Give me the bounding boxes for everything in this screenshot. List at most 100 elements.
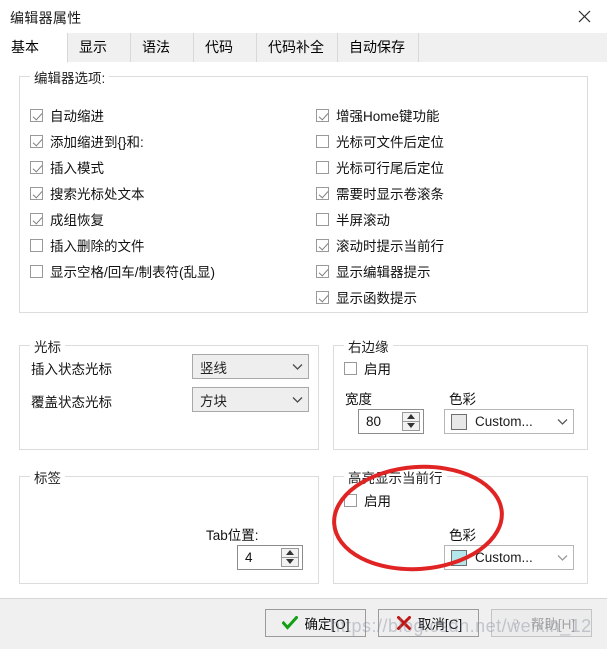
right-margin-color-label: 色彩 xyxy=(449,392,476,407)
checkbox-box xyxy=(316,264,329,278)
check-icon xyxy=(281,616,299,630)
checkbox-label: 增强Home键功能 xyxy=(336,109,440,124)
checkbox-box xyxy=(316,108,329,122)
chevron-down-icon xyxy=(551,418,573,426)
checkbox-box xyxy=(30,238,43,252)
chevron-down-icon xyxy=(551,554,573,562)
ok-button-label: 确定[O] xyxy=(304,617,350,632)
checkbox-label: 光标可行尾后定位 xyxy=(336,161,444,176)
color-swatch xyxy=(451,549,467,566)
checkbox-insert-mode[interactable]: 插入模式 xyxy=(30,157,104,177)
title-bar: 编辑器属性 xyxy=(0,0,607,34)
checkbox-show-whitespace[interactable]: 显示空格/回车/制表符(乱显) xyxy=(30,261,215,281)
close-button[interactable] xyxy=(561,0,607,32)
checkbox-highlight-line-enable[interactable]: 启用 xyxy=(344,490,391,510)
checkbox-label: 搜索光标处文本 xyxy=(50,187,145,202)
checkbox-box xyxy=(316,134,329,148)
checkbox-label: 启用 xyxy=(364,494,391,509)
tab-strip: 基本 显示 语法 代码 代码补全 自动保存 xyxy=(0,33,607,63)
cursor-group-title: 光标 xyxy=(30,336,65,356)
stepper-up-button[interactable] xyxy=(281,548,299,558)
checkbox-label: 启用 xyxy=(364,362,391,377)
editor-options-title: 编辑器选项: xyxy=(30,67,110,87)
highlight-color-value: Custom... xyxy=(475,550,533,565)
triangle-down-icon xyxy=(286,559,294,565)
tab-position-label: Tab位置: xyxy=(206,528,259,543)
checkbox-box xyxy=(30,264,43,278)
checkbox-label: 显示空格/回车/制表符(乱显) xyxy=(50,265,215,280)
overwrite-cursor-select[interactable]: 方块 xyxy=(192,387,309,412)
help-button: ? 帮助[H] xyxy=(491,609,592,637)
cancel-button-label: 取消[C] xyxy=(417,617,463,632)
help-button-label: 帮助[H] xyxy=(530,617,576,632)
tab-code[interactable]: 代码 xyxy=(194,33,257,62)
checkbox-cursor-past-eof[interactable]: 光标可文件后定位 xyxy=(316,131,444,151)
checkbox-box xyxy=(30,212,43,226)
checkbox-box xyxy=(316,290,329,304)
checkbox-half-page-scroll[interactable]: 半屏滚动 xyxy=(316,209,390,229)
highlight-color-label: 色彩 xyxy=(449,528,476,543)
checkbox-enhanced-home-key[interactable]: 增强Home键功能 xyxy=(316,105,440,125)
tab-completion[interactable]: 代码补全 xyxy=(257,33,338,62)
checkbox-right-margin-enable[interactable]: 启用 xyxy=(344,358,391,378)
tab-position-stepper[interactable]: 4 xyxy=(237,545,303,570)
stepper-down-button[interactable] xyxy=(281,557,299,567)
tab-syntax[interactable]: 语法 xyxy=(131,33,194,62)
highlight-color-select[interactable]: Custom... xyxy=(444,545,574,570)
overwrite-cursor-label: 覆盖状态光标 xyxy=(31,395,112,410)
checkbox-box xyxy=(30,108,43,122)
cancel-button[interactable]: 取消[C] xyxy=(378,609,479,637)
checkbox-label: 插入删除的文件 xyxy=(50,239,145,254)
tab-basic[interactable]: 基本 xyxy=(0,33,68,63)
triangle-down-icon xyxy=(407,423,415,429)
insert-cursor-select[interactable]: 竖线 xyxy=(192,354,309,379)
checkbox-add-indent-braces[interactable]: 添加缩进到{}和: xyxy=(30,131,144,151)
checkbox-auto-indent[interactable]: 自动缩进 xyxy=(30,105,104,125)
checkbox-insert-deleted-file[interactable]: 插入删除的文件 xyxy=(30,235,145,255)
right-margin-width-label: 宽度 xyxy=(345,392,372,407)
tab-settings-group: 标签 Tab位置: 4 xyxy=(19,467,319,584)
highlight-line-group: 高亮显示当前行 启用 色彩 Custom... xyxy=(333,467,588,584)
stepper-up-button[interactable] xyxy=(402,412,420,422)
highlight-line-title: 高亮显示当前行 xyxy=(344,467,447,487)
tab-autosave[interactable]: 自动保存 xyxy=(338,33,419,62)
tab-settings-title: 标签 xyxy=(30,467,65,487)
right-margin-width-stepper[interactable]: 80 xyxy=(358,409,424,434)
cursor-group: 光标 插入状态光标 竖线 覆盖状态光标 方块 xyxy=(19,336,319,450)
checkbox-label: 光标可文件后定位 xyxy=(336,135,444,150)
tab-strip-filler xyxy=(419,33,607,62)
ok-button[interactable]: 确定[O] xyxy=(265,609,366,637)
checkbox-show-scrollbar-when-needed[interactable]: 需要时显示卷滚条 xyxy=(316,183,444,203)
checkbox-label: 自动缩进 xyxy=(50,109,104,124)
right-margin-width-value: 80 xyxy=(366,414,382,429)
checkbox-show-current-line-on-scroll[interactable]: 滚动时提示当前行 xyxy=(316,235,444,255)
right-margin-group: 右边缘 启用 宽度 80 色彩 Custom... xyxy=(333,336,588,450)
checkbox-search-text-at-cursor[interactable]: 搜索光标处文本 xyxy=(30,183,145,203)
checkbox-group-undo[interactable]: 成组恢复 xyxy=(30,209,104,229)
checkbox-label: 添加缩进到{}和: xyxy=(50,135,144,150)
checkbox-label: 成组恢复 xyxy=(50,213,104,228)
tab-display[interactable]: 显示 xyxy=(68,33,131,62)
checkbox-box xyxy=(30,134,43,148)
checkbox-label: 滚动时提示当前行 xyxy=(336,239,444,254)
stepper-down-button[interactable] xyxy=(402,421,420,431)
svg-text:?: ? xyxy=(513,616,519,630)
triangle-up-icon xyxy=(407,414,415,420)
question-mark-icon: ? xyxy=(508,616,526,630)
chevron-down-icon xyxy=(286,363,308,371)
insert-cursor-value: 竖线 xyxy=(200,360,227,376)
right-margin-color-value: Custom... xyxy=(475,414,533,429)
stepper-buttons xyxy=(281,548,299,567)
checkbox-label: 显示编辑器提示 xyxy=(336,265,431,280)
right-margin-color-select[interactable]: Custom... xyxy=(444,409,574,434)
checkbox-box xyxy=(344,493,357,507)
checkbox-cursor-past-eol[interactable]: 光标可行尾后定位 xyxy=(316,157,444,177)
checkbox-box xyxy=(316,160,329,174)
checkbox-show-function-hints[interactable]: 显示函数提示 xyxy=(316,287,417,307)
tab-position-value: 4 xyxy=(245,550,253,565)
overwrite-cursor-value: 方块 xyxy=(200,393,227,409)
checkbox-label: 半屏滚动 xyxy=(336,213,390,228)
checkbox-box xyxy=(30,186,43,200)
checkbox-label: 需要时显示卷滚条 xyxy=(336,187,444,202)
checkbox-show-editor-hints[interactable]: 显示编辑器提示 xyxy=(316,261,431,281)
